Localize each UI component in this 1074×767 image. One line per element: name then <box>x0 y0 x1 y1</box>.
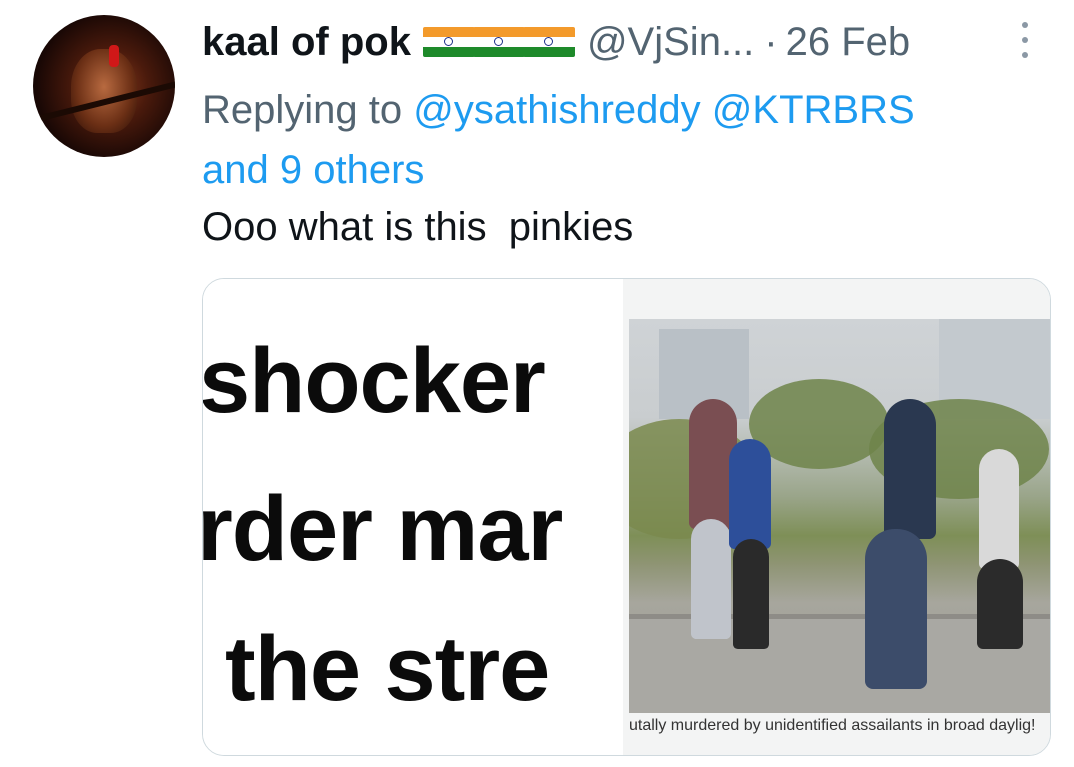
replying-to-line: Replying to @ysathishreddy @KTRBRS and 9… <box>202 80 1042 200</box>
street-photo <box>629 319 1050 713</box>
mention-link[interactable]: @ysathishreddy <box>413 88 700 132</box>
flag-india-icon <box>472 27 525 57</box>
tweet-header: kaal of pok @VjSin... · 26 Feb <box>202 14 910 70</box>
display-name[interactable]: kaal of pok <box>202 20 411 65</box>
replying-to-label: Replying to <box>202 88 403 132</box>
media-image-right[interactable]: utally murdered by unidentified assailan… <box>623 279 1050 755</box>
mention-link[interactable]: @KTRBRS <box>712 88 915 132</box>
flag-india-icon <box>422 27 475 57</box>
tweet-text: Ooo what is this pinkies <box>202 205 634 249</box>
tweet-date[interactable]: 26 Feb <box>786 20 911 65</box>
flag-group <box>422 27 575 57</box>
media-grid[interactable]: shocker rder mar the stre utally murdere… <box>202 278 1051 756</box>
flag-india-icon <box>522 27 575 57</box>
user-handle[interactable]: @VjSin... <box>587 20 754 65</box>
headline-line: the stre <box>225 618 550 720</box>
others-link[interactable]: and 9 others <box>202 148 424 192</box>
tweet[interactable]: kaal of pok @VjSin... · 26 Feb Replying … <box>0 0 1074 767</box>
image-caption: utally murdered by unidentified assailan… <box>629 717 1036 734</box>
avatar-face <box>71 49 137 133</box>
avatar-tilak <box>109 45 119 67</box>
more-options-icon[interactable] <box>1018 22 1032 58</box>
headline-line: rder mar <box>203 478 563 580</box>
avatar[interactable] <box>33 15 175 157</box>
dot-separator: · <box>764 19 778 64</box>
headline-line: shocker <box>203 330 546 432</box>
media-image-left[interactable]: shocker rder mar the stre <box>203 279 623 755</box>
